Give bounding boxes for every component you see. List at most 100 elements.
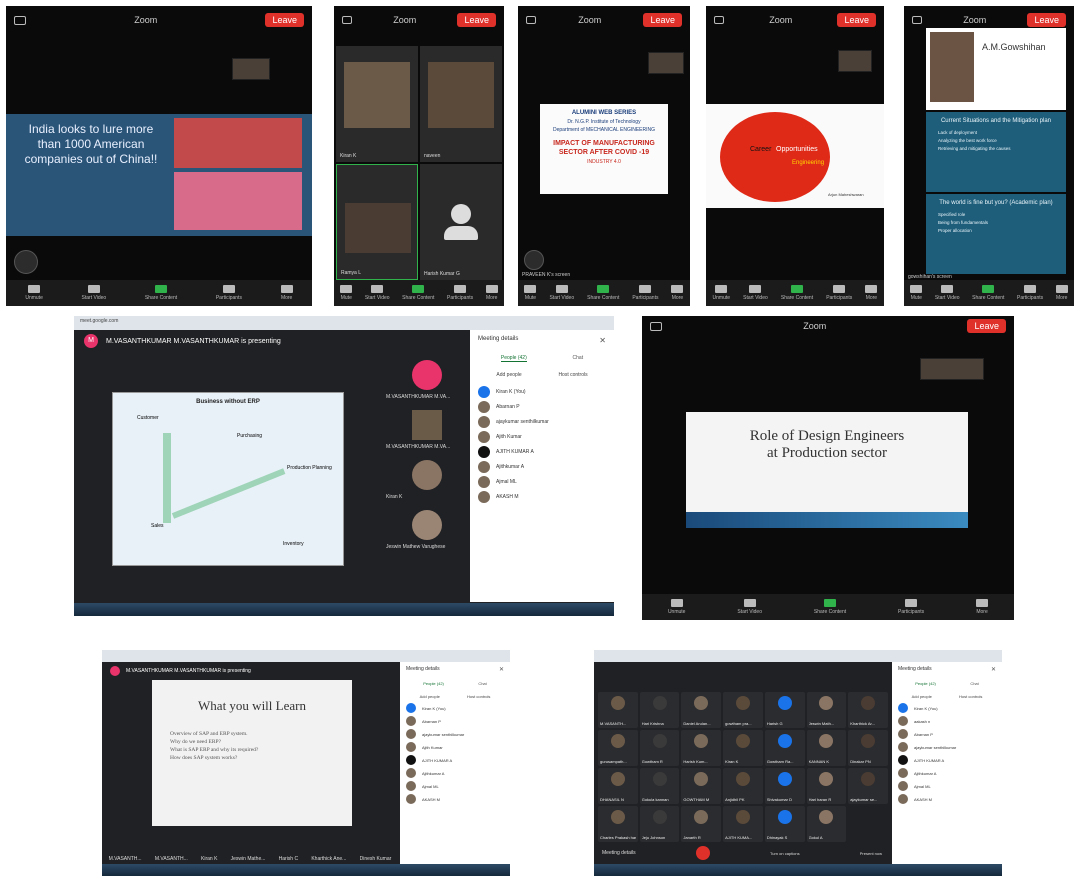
close-icon[interactable]: ✕ <box>991 666 996 673</box>
video-tile-active-speaker[interactable]: Ramya L <box>336 164 418 280</box>
participant-tile[interactable]: Harish G <box>764 692 805 728</box>
self-video-thumbnail[interactable] <box>232 58 270 80</box>
leave-button[interactable]: Leave <box>265 13 304 27</box>
participant-tile[interactable]: Jeswin Math... <box>806 692 847 728</box>
meeting-details-button[interactable]: Meeting details <box>602 850 636 856</box>
start-video-button[interactable]: Start Video <box>737 599 762 615</box>
list-item[interactable]: ajaykumar senthilkumar <box>406 729 504 739</box>
participant-tile[interactable]: Harish Kum... <box>681 730 722 766</box>
list-item[interactable]: AKASH M <box>898 794 996 804</box>
start-video-button[interactable]: Start Video <box>549 285 574 301</box>
list-item[interactable]: Abarnan P <box>406 716 504 726</box>
list-item[interactable]: Ajithkumar A <box>478 461 606 473</box>
list-item[interactable]: Abarnan P <box>478 401 606 413</box>
participant-tile[interactable]: Gowtham Ra... <box>764 730 805 766</box>
more-button[interactable]: More <box>485 285 498 301</box>
start-video-button[interactable]: Start Video <box>82 285 106 301</box>
participant-tile[interactable]: Shivakumar D <box>764 768 805 804</box>
annotate-pencil-icon[interactable] <box>14 250 38 274</box>
add-people-button[interactable]: Add people <box>496 372 521 378</box>
leave-button[interactable]: Leave <box>643 13 682 27</box>
share-content-button[interactable]: Share Content <box>145 285 177 301</box>
video-tile[interactable]: Kiran K <box>336 46 418 162</box>
leave-button[interactable]: Leave <box>967 319 1006 333</box>
add-people-button[interactable]: Add people <box>912 694 932 699</box>
tab-people[interactable]: People (42) <box>423 681 444 686</box>
close-icon[interactable]: ✕ <box>599 336 606 345</box>
host-controls-button[interactable]: Host controls <box>467 694 490 699</box>
more-button[interactable]: More <box>671 285 684 301</box>
list-item[interactable]: Ajithkumar A <box>898 768 996 778</box>
list-item[interactable]: Kiran K (You) <box>478 386 606 398</box>
share-content-button[interactable]: Share Content <box>587 285 619 301</box>
host-controls-button[interactable]: Host controls <box>558 372 587 378</box>
more-button[interactable]: More <box>280 285 293 301</box>
camera-switch-icon[interactable] <box>14 15 26 25</box>
camera-switch-icon[interactable] <box>714 16 724 24</box>
end-call-icon[interactable] <box>695 846 710 860</box>
participant-tile[interactable]: Dinakar PN <box>848 730 888 766</box>
participant-tile[interactable]: gurusampath... <box>598 730 638 766</box>
participant-tile[interactable]: Kiran K <box>723 730 763 766</box>
leave-button[interactable]: Leave <box>1027 13 1066 27</box>
zoom-title[interactable]: Zoom <box>393 15 416 25</box>
self-video-thumbnail[interactable] <box>920 358 984 380</box>
list-item[interactable]: Kiran K (You) <box>406 703 504 713</box>
participants-button[interactable]: Participants <box>898 599 924 615</box>
participants-button[interactable]: Participants <box>826 285 852 301</box>
video-tile[interactable]: Harish Kumar G <box>420 164 502 280</box>
tab-people[interactable]: People (42) <box>500 355 527 362</box>
add-people-button[interactable]: Add people <box>420 694 440 699</box>
participant-tile[interactable]: Gowtham R <box>639 730 680 766</box>
participants-button[interactable]: Participants <box>447 285 473 301</box>
self-video-thumbnail[interactable] <box>648 52 684 74</box>
participant-tile[interactable]: Anjidhil PK <box>723 768 763 804</box>
camera-switch-icon[interactable] <box>342 16 352 24</box>
participants-button[interactable]: Participants <box>1017 285 1043 301</box>
camera-switch-icon[interactable] <box>912 16 922 24</box>
list-item[interactable]: AKASH M <box>406 794 504 804</box>
participant-tile[interactable]: KANNAN K <box>806 730 847 766</box>
participant-tile[interactable]: Jeju Johnson <box>639 806 680 842</box>
zoom-title[interactable]: Zoom <box>963 15 986 25</box>
participant-tile[interactable]: GOWTHAM M <box>681 768 722 804</box>
address-bar[interactable]: meet.google.com <box>80 318 118 324</box>
more-button[interactable]: More <box>1055 285 1068 301</box>
tab-chat[interactable]: Chat <box>573 355 584 362</box>
share-content-button[interactable]: Share Content <box>972 285 1004 301</box>
camera-switch-icon[interactable] <box>526 16 536 24</box>
list-item[interactable]: ajaykumar senthilkumar <box>478 416 606 428</box>
share-content-button[interactable]: Share Content <box>814 599 846 615</box>
zoom-title[interactable]: Zoom <box>578 15 601 25</box>
start-video-button[interactable]: Start Video <box>365 285 390 301</box>
unmute-button[interactable]: Unmute <box>713 285 730 301</box>
captions-button[interactable]: Turn on captions <box>770 851 800 856</box>
tab-chat[interactable]: Chat <box>478 681 486 686</box>
close-icon[interactable]: ✕ <box>499 666 504 673</box>
share-content-button[interactable]: Share Content <box>781 285 813 301</box>
list-item[interactable]: Ajith Kumar <box>406 742 504 752</box>
participant-tile[interactable]: AJITH KUMA... <box>723 806 763 842</box>
video-tile[interactable]: naveen <box>420 46 502 162</box>
participants-button[interactable]: Participants <box>216 285 242 301</box>
list-item[interactable]: Ajithkumar A <box>406 768 504 778</box>
participant-tile[interactable]: gowtham pra... <box>723 692 763 728</box>
list-item[interactable]: AJITH KUMAR A <box>898 755 996 765</box>
self-video-thumbnail[interactable] <box>838 50 872 72</box>
list-item[interactable]: Kiran K (You) <box>898 703 996 713</box>
participant-tile[interactable]: DHANASIL N <box>598 768 638 804</box>
participant-tile[interactable]: M.VASANTH... <box>598 692 638 728</box>
zoom-title[interactable]: Zoom <box>769 15 792 25</box>
leave-button[interactable]: Leave <box>457 13 496 27</box>
more-button[interactable]: More <box>865 285 878 301</box>
mute-button[interactable]: Mute <box>524 285 537 301</box>
mute-button[interactable]: Mute <box>340 285 353 301</box>
tab-chat[interactable]: Chat <box>970 681 978 686</box>
list-item[interactable]: Abarnan P <box>898 729 996 739</box>
participant-tile[interactable]: Gokula kannan <box>639 768 680 804</box>
participants-button[interactable]: Participants <box>632 285 658 301</box>
participant-tile[interactable]: Charles Prakash has left the meeting <box>598 806 638 842</box>
list-item[interactable]: Ajith Kumar <box>478 431 606 443</box>
leave-button[interactable]: Leave <box>837 13 876 27</box>
present-now-button[interactable]: Present now <box>860 851 882 856</box>
